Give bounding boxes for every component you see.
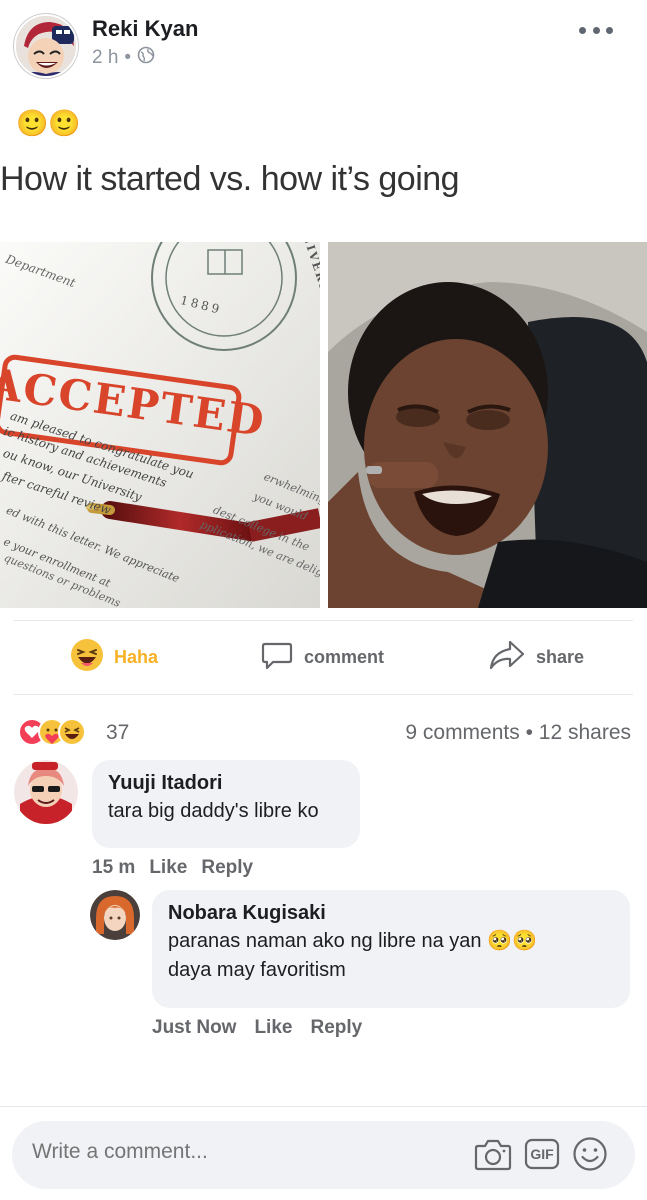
more-dot-icon bbox=[579, 26, 586, 34]
comment-bubble[interactable]: Yuuji Itadori tara big daddy's libre ko bbox=[92, 760, 360, 848]
smiley-icon[interactable] bbox=[572, 1136, 608, 1177]
comment-reply-button[interactable]: Reply bbox=[201, 857, 253, 879]
post-image[interactable]: Department 1889 UNIVERSITY ACCEPTED am p… bbox=[0, 242, 647, 608]
share-label: share bbox=[536, 646, 585, 667]
comment-input[interactable] bbox=[32, 1140, 452, 1164]
post-header: Reki Kyan 2 h • bbox=[0, 0, 647, 90]
reply-time: Just Now bbox=[152, 1017, 237, 1038]
comment-composer: GIF bbox=[12, 1121, 635, 1189]
reply-text-line: daya may favoritism bbox=[168, 959, 346, 981]
crying-man-photo bbox=[328, 242, 647, 608]
replier-avatar[interactable] bbox=[90, 890, 140, 940]
more-dot-icon bbox=[606, 26, 613, 34]
post-action-bar: Haha comment share bbox=[0, 622, 647, 692]
post-caption: How it started vs. how it’s going bbox=[0, 160, 460, 198]
reply-actions: Just Now Like Reply bbox=[152, 1017, 362, 1039]
more-dot-icon bbox=[592, 26, 600, 34]
comment-like-button[interactable]: Like bbox=[149, 857, 187, 879]
divider bbox=[0, 1106, 647, 1107]
haha-emoji-icon bbox=[70, 638, 104, 677]
reply-like-button[interactable]: Like bbox=[254, 1017, 292, 1039]
post-time[interactable]: 2 h bbox=[92, 47, 118, 69]
author-name[interactable]: Reki Kyan bbox=[92, 16, 198, 42]
more-options-button[interactable] bbox=[579, 22, 613, 38]
divider bbox=[14, 694, 633, 695]
comments-shares-count[interactable]: 9 comments • 12 shares bbox=[405, 721, 631, 745]
commenter-name[interactable]: Yuuji Itadori bbox=[108, 772, 344, 795]
comment-bubble-icon bbox=[260, 638, 294, 677]
haha-reaction-button[interactable]: Haha bbox=[70, 638, 158, 677]
reaction-count: 37 bbox=[106, 721, 130, 744]
acceptance-letter-photo: Department 1889 UNIVERSITY ACCEPTED am p… bbox=[0, 242, 320, 608]
camera-icon[interactable] bbox=[474, 1136, 512, 1177]
haha-reaction-icon bbox=[58, 718, 86, 746]
share-arrow-icon bbox=[488, 638, 526, 677]
share-button[interactable]: share bbox=[488, 638, 584, 677]
commenter-avatar[interactable] bbox=[14, 760, 78, 824]
reaction-icons bbox=[18, 718, 86, 746]
comment-actions: 15 m Like Reply bbox=[92, 857, 253, 879]
post-meta: 2 h • bbox=[92, 46, 155, 70]
reply-bubble[interactable]: Nobara Kugisaki paranas naman ako ng lib… bbox=[152, 890, 630, 1008]
globe-icon bbox=[137, 46, 155, 70]
reply-text-line: paranas naman ako ng libre na yan 🥺🥺 bbox=[168, 930, 537, 952]
comment-label: comment bbox=[304, 646, 385, 667]
comment-button[interactable]: comment bbox=[260, 638, 384, 677]
haha-label: Haha bbox=[114, 646, 159, 667]
gif-label: GIF bbox=[530, 1146, 554, 1162]
comment-time: 15 m bbox=[92, 857, 136, 878]
post-emoji: 🙂🙂 bbox=[16, 108, 81, 138]
reactions-summary[interactable]: 37 9 comments • 12 shares bbox=[0, 706, 647, 756]
reply-reply-button[interactable]: Reply bbox=[310, 1017, 362, 1039]
divider bbox=[14, 620, 633, 621]
meta-separator: • bbox=[124, 47, 132, 68]
replier-name[interactable]: Nobara Kugisaki bbox=[168, 902, 614, 925]
gif-icon[interactable]: GIF bbox=[524, 1138, 560, 1175]
comment-text: tara big daddy's libre ko bbox=[108, 800, 319, 822]
author-avatar[interactable] bbox=[14, 14, 78, 78]
